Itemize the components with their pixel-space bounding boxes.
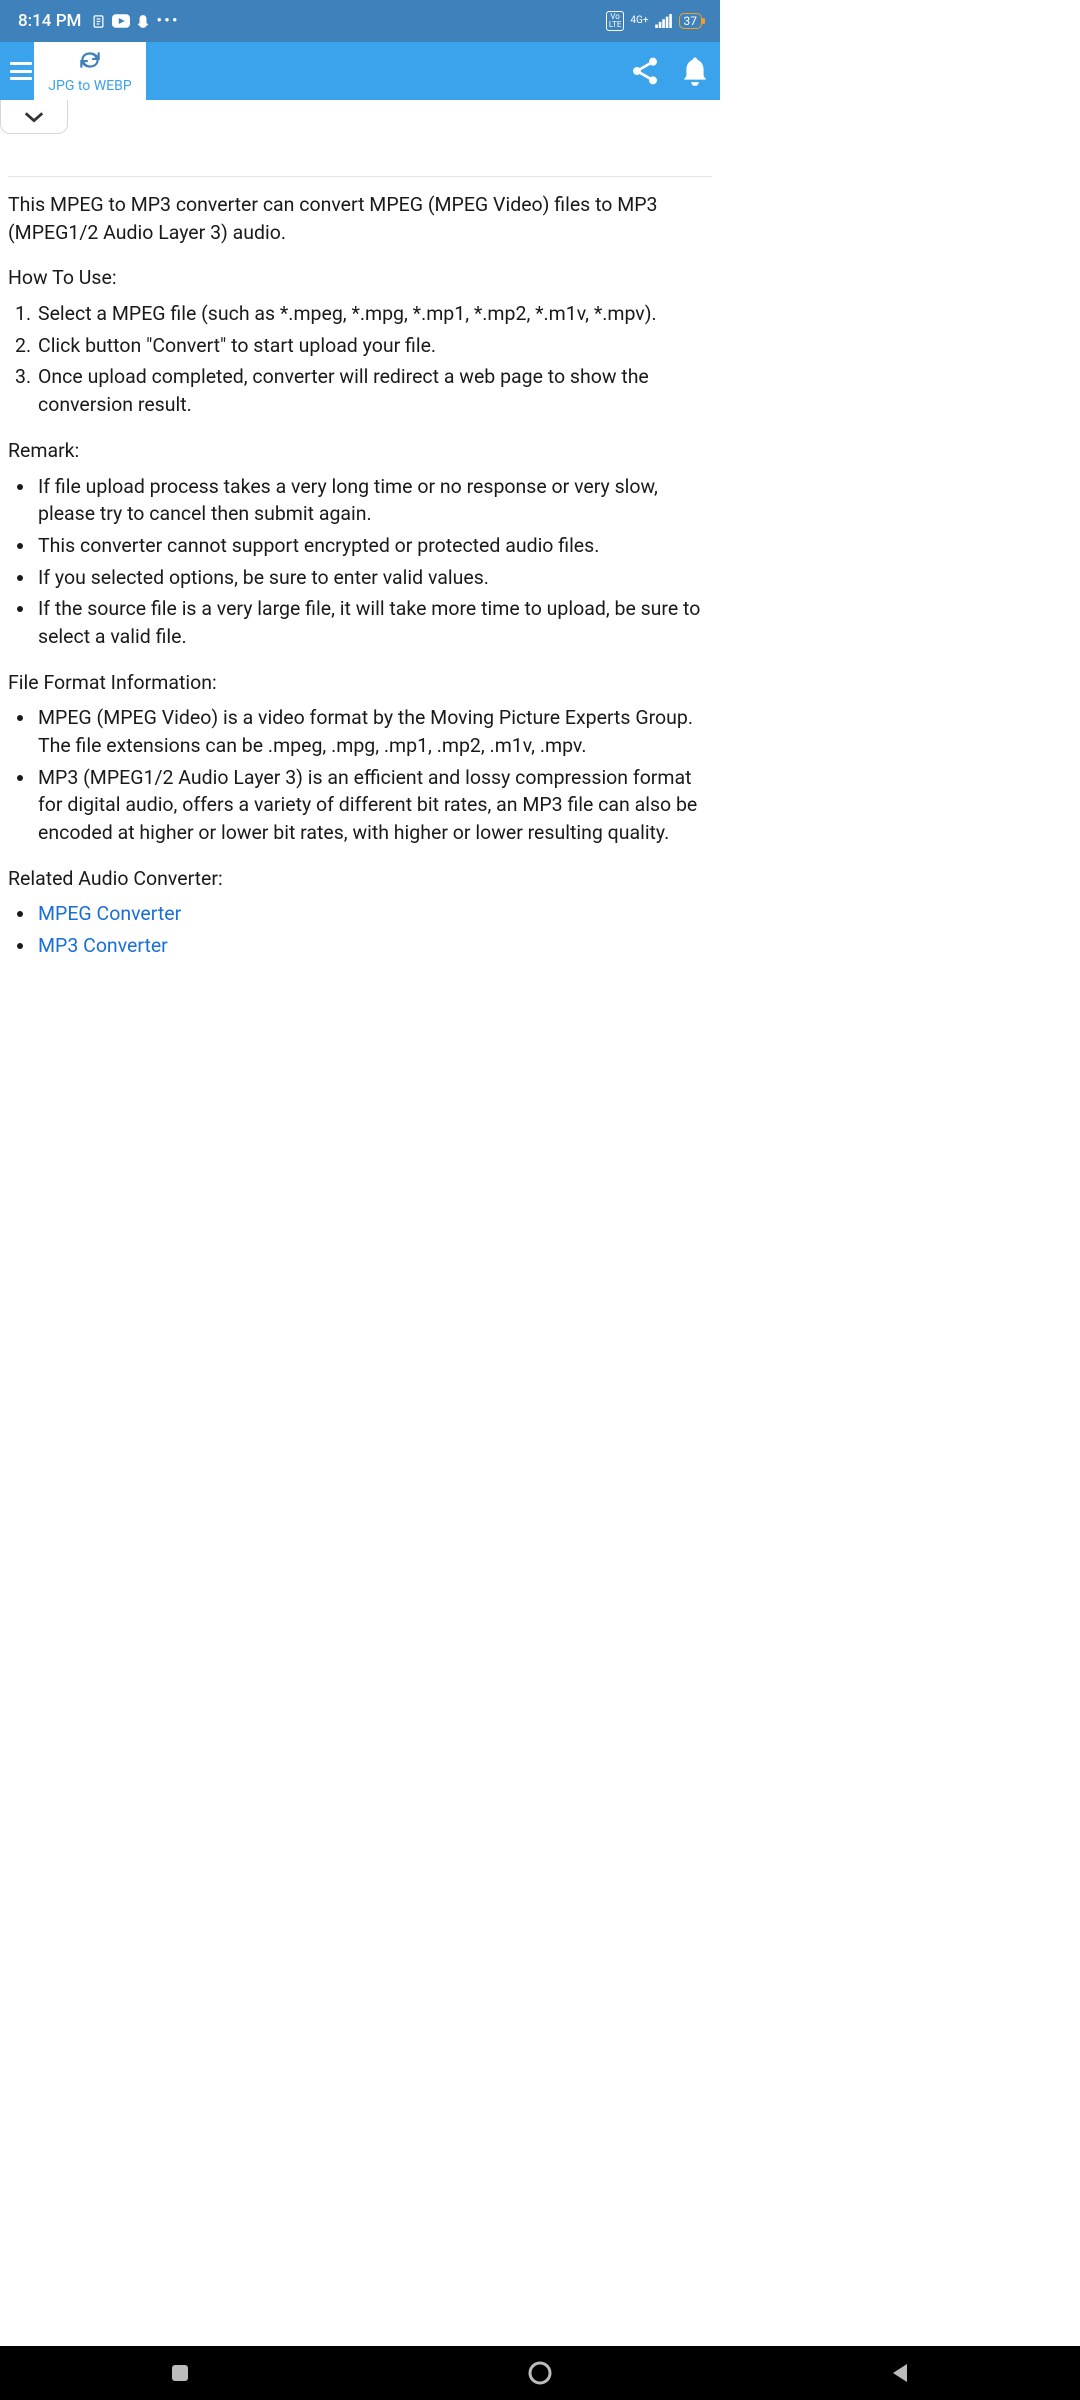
volte-icon: Vo LTE [606,11,625,31]
square-icon [170,2363,190,2383]
list-item: This converter cannot support encrypted … [36,532,712,560]
remark-heading: Remark: [8,437,712,465]
app-bar: JPG to WEBP [0,42,720,100]
format-heading: File Format Information: [8,669,712,697]
list-item: MPEG (MPEG Video) is a video format by t… [36,704,712,759]
share-icon [629,55,661,87]
expand-dropdown[interactable] [0,100,68,134]
related-list: MPEG Converter MP3 Converter [8,900,712,959]
more-icon: ••• [156,11,179,31]
related-link[interactable]: MPEG Converter [38,902,181,925]
list-item: If the source file is a very large file,… [36,595,712,650]
network-type: 4G+ [630,16,648,26]
list-item: Once upload completed, converter will re… [36,363,712,418]
bell-icon [680,55,710,87]
circle-icon [527,2360,553,2386]
list-item: MP3 Converter [36,932,712,960]
refresh-icon [77,49,103,75]
back-button[interactable] [860,2362,940,2384]
home-button[interactable] [500,2360,580,2386]
active-tab[interactable]: JPG to WEBP [34,42,146,100]
format-list: MPEG (MPEG Video) is a video format by t… [8,704,712,846]
status-left: 8:14 PM ••• [18,11,180,31]
list-item: MP3 (MPEG1/2 Audio Layer 3) is an effici… [36,764,712,847]
status-time: 8:14 PM [18,11,81,31]
document-icon [91,14,106,29]
battery-icon: 37 [679,13,703,29]
hamburger-icon [10,62,32,80]
triangle-left-icon [890,2362,910,2384]
signal-icon [655,14,673,28]
ghost-icon [136,14,150,29]
notifications-button[interactable] [670,55,720,87]
status-right: Vo LTE 4G+ 37 [606,11,702,31]
status-bar: 8:14 PM ••• Vo LTE 4G+ 37 [0,0,720,42]
main-content[interactable]: This MPEG to MP3 converter can convert M… [0,134,720,1580]
menu-button[interactable] [0,62,34,80]
related-link[interactable]: MP3 Converter [38,934,168,957]
list-item: Click button "Convert" to start upload y… [36,332,712,360]
related-heading: Related Audio Converter: [8,865,712,893]
remark-list: If file upload process takes a very long… [8,473,712,651]
list-item: If file upload process takes a very long… [36,473,712,528]
tab-label: JPG to WEBP [48,78,131,94]
navigation-bar [0,2346,1080,2400]
list-item: If you selected options, be sure to ente… [36,564,712,592]
battery-level: 37 [684,14,698,28]
intro-text: This MPEG to MP3 converter can convert M… [8,191,712,246]
howto-list: Select a MPEG file (such as *.mpeg, *.mp… [8,300,712,419]
chevron-down-icon [23,110,45,124]
list-item: MPEG Converter [36,900,712,928]
recent-apps-button[interactable] [140,2363,220,2383]
list-item: Select a MPEG file (such as *.mpeg, *.mp… [36,300,712,328]
share-button[interactable] [620,55,670,87]
youtube-icon [112,14,130,28]
howto-heading: How To Use: [8,264,712,292]
